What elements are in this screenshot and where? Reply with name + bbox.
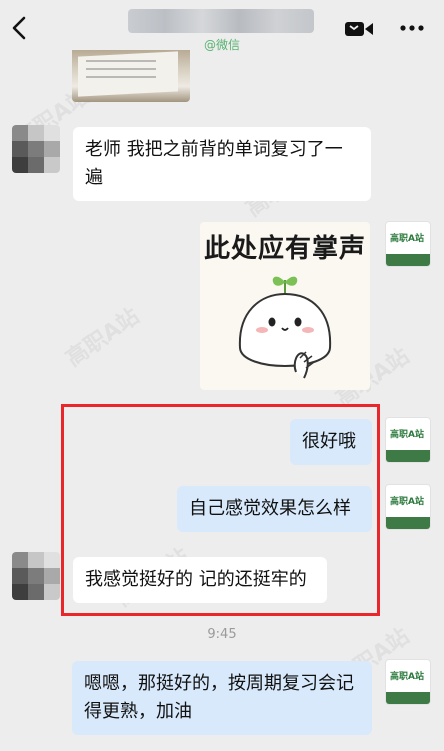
avatar-stripe (386, 450, 430, 462)
timestamp: 9:45 (207, 627, 237, 642)
avatar[interactable] (12, 125, 60, 173)
sticker-image (238, 276, 332, 379)
avatar-logo: 高职A站 (390, 234, 424, 244)
avatar-logo: 高职A站 (390, 430, 424, 440)
image-content (86, 68, 156, 70)
avatar[interactable] (12, 552, 60, 600)
contact-subtitle: @微信 (203, 38, 240, 52)
avatar[interactable]: 高职A站 (385, 484, 431, 530)
message-bubble[interactable]: 嗯嗯，那挺好的，按周期复习会记得更熟，加油 (72, 661, 372, 735)
avatar-logo: 高职A站 (390, 672, 424, 682)
image-content (86, 60, 156, 62)
image-content (86, 76, 156, 78)
avatar-stripe (386, 692, 430, 704)
shared-image[interactable] (72, 50, 190, 102)
avatar[interactable]: 高职A站 (385, 221, 431, 267)
video-call-icon[interactable] (344, 20, 374, 38)
avatar-stripe (386, 254, 430, 266)
avatar-logo: 高职A站 (390, 497, 424, 507)
avatar[interactable]: 高职A站 (385, 417, 431, 463)
highlight-box (61, 404, 380, 616)
message-bubble[interactable]: 老师 我把之前背的单词复习了一遍 (73, 127, 371, 201)
watermark: 高职A站 (61, 303, 145, 373)
chat-header: @微信 (0, 0, 444, 56)
sticker-message[interactable]: 此处应有掌声 (200, 222, 370, 390)
contact-name-blurred (128, 9, 314, 33)
avatar[interactable]: 高职A站 (385, 659, 431, 705)
more-dots-icon[interactable] (398, 16, 426, 40)
avatar-stripe (386, 517, 430, 529)
image-content (78, 51, 178, 97)
